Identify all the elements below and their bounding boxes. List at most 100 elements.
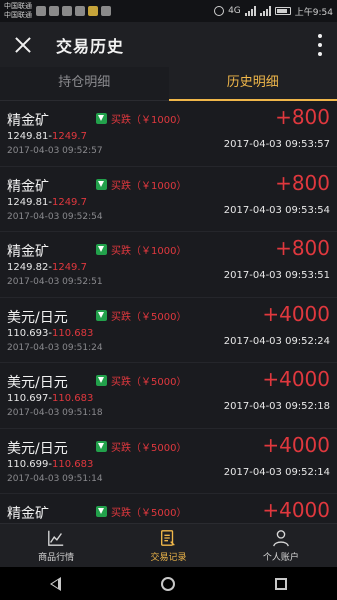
profit-amount: +4000 xyxy=(262,432,330,457)
trade-direction-label: 买跌（￥5000） xyxy=(111,442,187,454)
open-price: 110.697 xyxy=(7,393,49,404)
trade-direction: 买跌（￥1000） xyxy=(96,111,186,126)
network-label: 4G xyxy=(228,6,241,16)
open-time: 2017-04-03 09:52:57 xyxy=(7,146,103,156)
page-title: 交易历史 xyxy=(56,36,125,56)
open-price: 110.693 xyxy=(7,327,49,339)
trade-direction-label: 买跌（￥5000） xyxy=(111,508,187,519)
trade-row[interactable]: 美元/日元 买跌（￥5000） +4000 110.697-110.683 20… xyxy=(0,363,337,429)
carrier-2: 中国联通 xyxy=(4,11,32,19)
close-time: 2017-04-03 09:53:57 xyxy=(223,139,330,150)
product-name: 精金矿 xyxy=(7,244,49,260)
trade-direction-label: 买跌（￥1000） xyxy=(111,115,187,126)
status-right: 4G 上午9:54 xyxy=(214,5,333,18)
carrier-1: 中国联通 xyxy=(4,2,32,10)
trade-direction-label: 买跌（￥5000） xyxy=(111,377,187,388)
open-time: 2017-04-03 09:51:18 xyxy=(7,408,103,418)
product-name: 精金矿 xyxy=(7,178,49,195)
clock: 上午9:54 xyxy=(294,7,333,18)
tab-history[interactable]: 历史明细 xyxy=(168,67,337,101)
open-price: 110.699 xyxy=(7,458,49,470)
app-notification-icon xyxy=(36,6,46,16)
arrow-down-icon xyxy=(96,113,107,124)
close-time: 2017-04-03 09:52:18 xyxy=(223,401,330,412)
profit-amount: +800 xyxy=(275,236,330,260)
nav-account[interactable]: 个人账户 xyxy=(225,524,337,567)
open-price: 1249.81 xyxy=(7,196,49,208)
close-price: 1249.7 xyxy=(51,131,87,142)
trade-row[interactable]: 美元/日元 买跌（￥5000） +4000 110.693-110.683 20… xyxy=(0,297,337,363)
app-header: 交易历史 xyxy=(0,22,337,67)
open-time: 2017-04-03 09:52:51 xyxy=(7,277,103,287)
product-name: 精金矿 xyxy=(7,506,49,522)
battery-icon xyxy=(274,7,291,15)
price-range: 110.699-110.683 xyxy=(7,459,93,470)
close-price: 110.683 xyxy=(51,327,94,339)
trade-row[interactable]: 精金矿 买跌（￥1000） +800 1249.81-1249.7 2017-0… xyxy=(0,166,337,232)
arrow-down-icon xyxy=(96,309,107,321)
nav-trade-records[interactable]: 交易记录 xyxy=(112,524,224,567)
trade-direction: 买跌（￥5000） xyxy=(96,373,186,388)
profit-amount: +800 xyxy=(275,105,330,129)
close-time: 2017-04-03 09:53:54 xyxy=(223,204,330,216)
status-bar: 中国联通 中国联通 4G 上午9:54 xyxy=(0,0,337,22)
profit-amount: +4000 xyxy=(262,367,330,391)
open-price: 1249.82 xyxy=(7,262,49,273)
app-notification-icon xyxy=(62,6,72,16)
trade-direction: 买跌（￥5000） xyxy=(96,504,186,519)
product-name: 美元/日元 xyxy=(7,375,68,391)
alarm-icon xyxy=(214,6,225,16)
tab-positions[interactable]: 持仓明细 xyxy=(0,67,169,100)
product-name: 美元/日元 xyxy=(7,309,68,326)
trade-direction: 买跌（￥5000） xyxy=(96,308,186,323)
price-range: 1249.81-1249.7 xyxy=(7,131,87,142)
open-time: 2017-04-03 09:51:14 xyxy=(7,473,103,484)
more-options-icon[interactable] xyxy=(317,34,323,56)
arrow-down-icon xyxy=(96,506,107,517)
recent-apps-icon[interactable] xyxy=(275,577,287,590)
open-time: 2017-04-03 09:52:54 xyxy=(7,211,103,222)
close-icon[interactable] xyxy=(12,34,34,56)
trade-direction: 买跌（￥1000） xyxy=(96,242,186,257)
bottom-navigation: 商品行情 交易记录 个人账户 xyxy=(0,523,337,567)
trade-direction-label: 买跌（￥5000） xyxy=(111,311,187,323)
user-icon xyxy=(272,529,289,546)
close-time: 2017-04-03 09:52:24 xyxy=(223,335,330,347)
app-screen: 中国联通 中国联通 4G 上午9:54 交易历史 持仓明细 历史明细 精金矿 买… xyxy=(0,0,337,600)
app-notification-icon xyxy=(49,6,59,16)
trade-history-list: 精金矿 买跌（￥1000） +800 1249.81-1249.7 2017-0… xyxy=(0,101,337,523)
trade-direction: 买跌（￥1000） xyxy=(96,177,186,192)
status-left: 中国联通 中国联通 xyxy=(4,2,111,20)
arrow-down-icon xyxy=(96,440,107,452)
price-range: 1249.81-1249.7 xyxy=(7,197,87,208)
product-name: 精金矿 xyxy=(7,113,49,129)
nav-trade-records-label: 交易记录 xyxy=(150,552,187,563)
close-price: 110.683 xyxy=(51,458,94,470)
profit-amount: +4000 xyxy=(262,301,330,326)
trade-row[interactable]: 精金矿 买跌（￥1000） +800 1249.82-1249.7 2017-0… xyxy=(0,232,337,298)
app-notification-icon xyxy=(88,6,98,16)
open-time: 2017-04-03 09:51:24 xyxy=(7,342,103,353)
chart-icon xyxy=(48,530,64,546)
back-icon[interactable] xyxy=(50,576,61,591)
close-price: 1249.7 xyxy=(51,262,87,273)
signal-icon-2 xyxy=(259,6,271,16)
app-notification-icon xyxy=(75,6,85,16)
close-time: 2017-04-03 09:52:14 xyxy=(223,466,330,478)
nav-account-label: 个人账户 xyxy=(262,552,299,563)
close-price: 110.683 xyxy=(51,393,94,404)
trade-row[interactable]: 精金矿 买跌（￥5000） +4000 xyxy=(0,494,337,523)
home-icon[interactable] xyxy=(161,576,175,591)
profit-amount: +4000 xyxy=(262,498,330,522)
app-notification-icon xyxy=(101,6,111,16)
arrow-down-icon xyxy=(96,244,107,255)
document-icon xyxy=(161,529,176,546)
tab-bar: 持仓明细 历史明细 xyxy=(0,67,337,101)
close-price: 1249.7 xyxy=(51,196,87,208)
trade-row[interactable]: 美元/日元 买跌（￥5000） +4000 110.699-110.683 20… xyxy=(0,428,337,494)
product-name: 美元/日元 xyxy=(7,440,68,457)
arrow-down-icon xyxy=(96,178,107,190)
nav-market[interactable]: 商品行情 xyxy=(0,524,112,567)
trade-row[interactable]: 精金矿 买跌（￥1000） +800 1249.81-1249.7 2017-0… xyxy=(0,101,337,167)
trade-direction: 买跌（￥5000） xyxy=(96,439,186,454)
